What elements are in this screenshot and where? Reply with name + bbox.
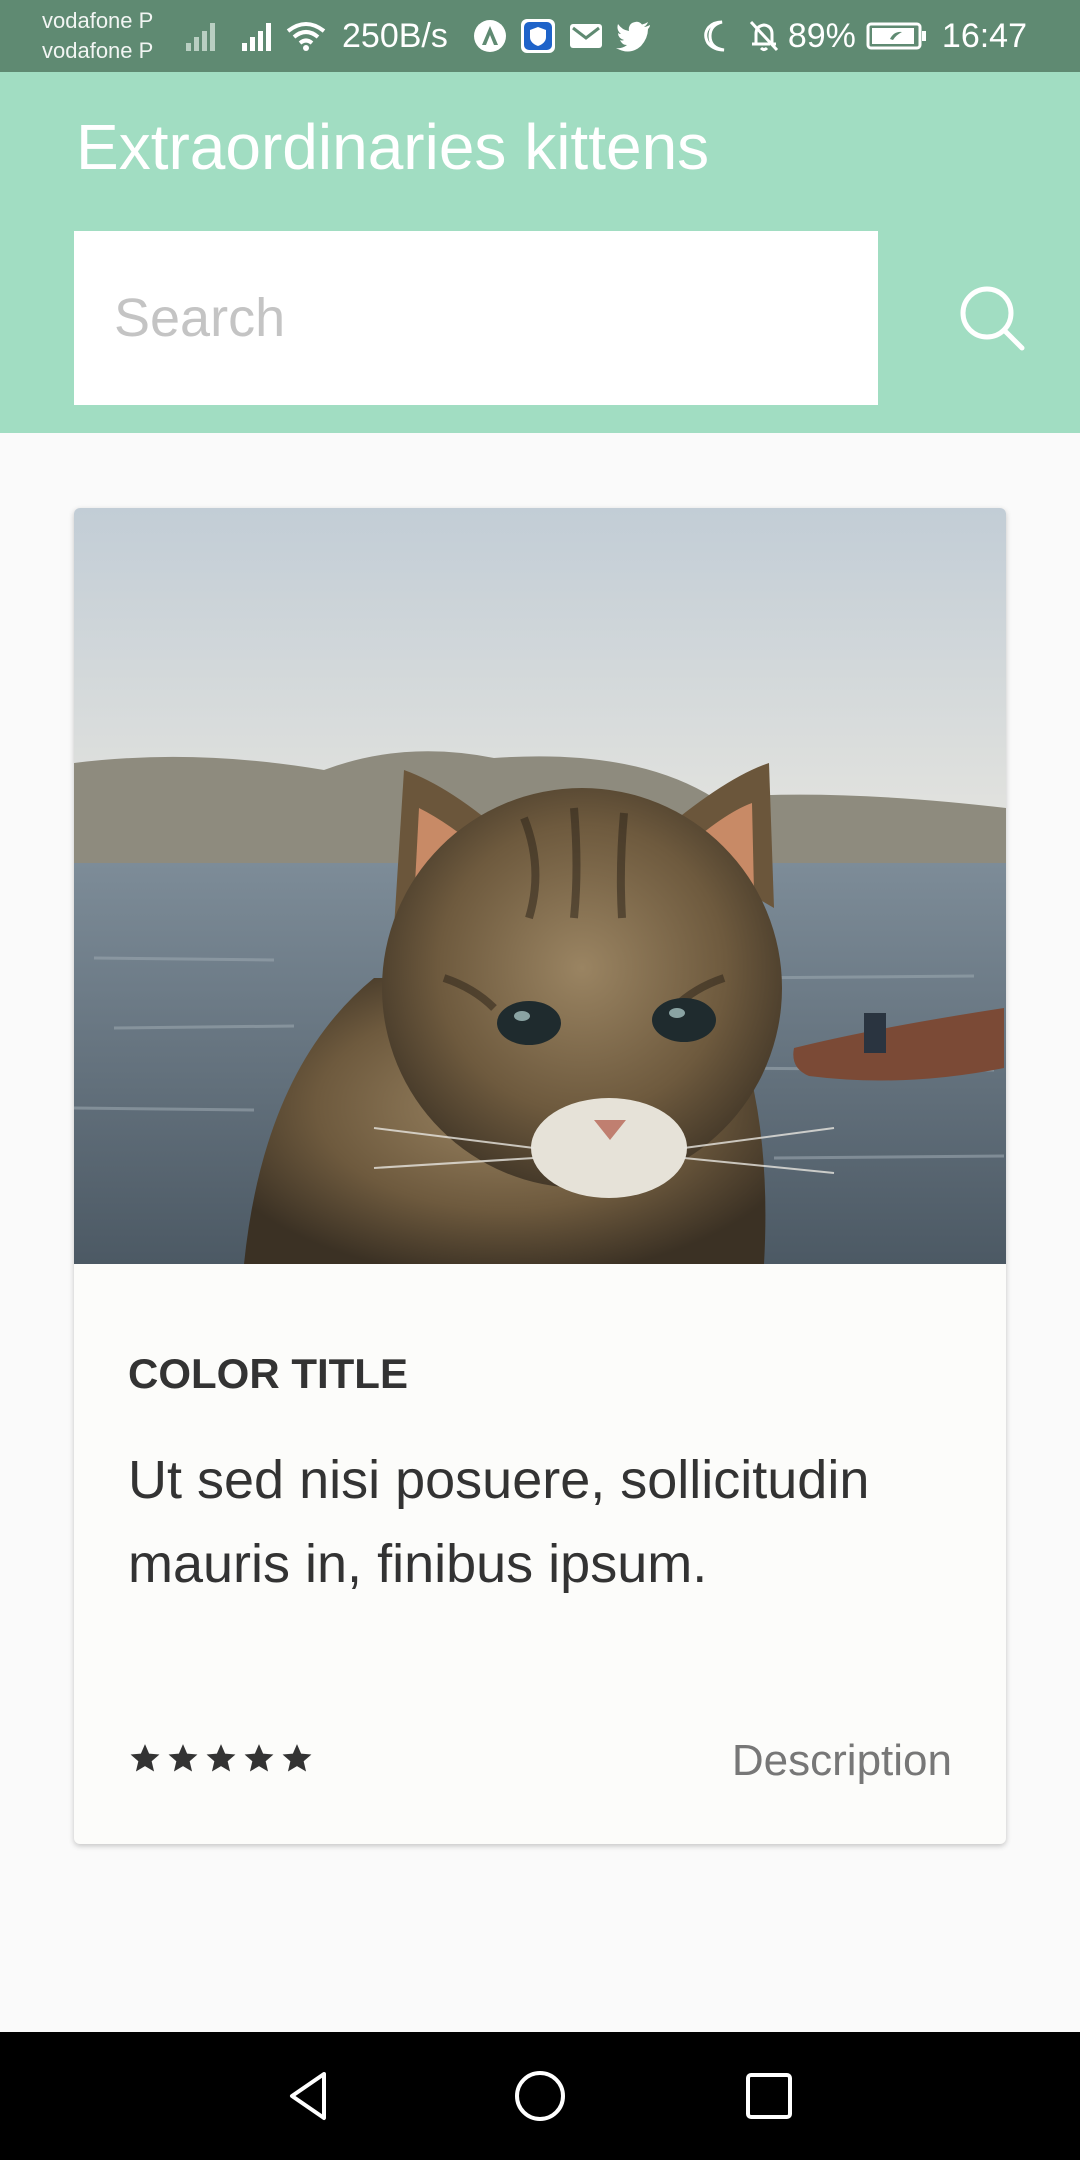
star-rating[interactable] [128,1742,314,1776]
recents-icon[interactable] [739,2066,799,2126]
battery-percent: 89% [787,16,856,55]
navigation-bar [0,2032,1080,2160]
wifi-icon [286,22,326,51]
card-description: Ut sed nisi posuere, sollicitudin mauris… [128,1450,870,1594]
signal-icon [186,23,215,51]
star-icon[interactable] [280,1742,314,1776]
clock: 16:47 [941,16,1028,55]
home-icon[interactable] [510,2066,570,2126]
battery-icon [866,22,926,50]
app-header: Extraordinaries kittens [0,72,1080,433]
search-input[interactable] [74,231,878,405]
back-icon[interactable] [280,2066,340,2126]
carrier-1: vodafone P [42,8,154,33]
mail-icon [569,24,602,48]
description-link[interactable]: Description [732,1736,952,1786]
moon-icon [704,20,725,52]
product-card[interactable]: COLOR TITLE Ut sed nisi posuere, sollici… [74,508,1006,1844]
page-title: Extraordinaries kittens [76,111,710,183]
notification-app-icon [473,20,506,52]
status-icons: 250B/s 89% 16:47 [184,12,1027,60]
star-icon[interactable] [128,1742,162,1776]
bell-off-icon [749,20,778,52]
star-icon[interactable] [204,1742,238,1776]
twitter-icon [615,21,650,52]
shield-icon [520,19,555,53]
star-icon[interactable] [166,1742,200,1776]
network-speed: 250B/s [342,16,448,55]
carrier-2: vodafone P [42,38,154,63]
status-bar: vodafone P vodafone P 250B/s 89% 16:47 [0,0,1080,72]
carrier-labels: vodafone P vodafone P [42,6,153,66]
search-icon[interactable] [956,282,1028,354]
cat-image [74,508,1006,1264]
card-title: COLOR TITLE [128,1350,408,1397]
star-icon[interactable] [242,1742,276,1776]
signal-icon [242,23,271,51]
